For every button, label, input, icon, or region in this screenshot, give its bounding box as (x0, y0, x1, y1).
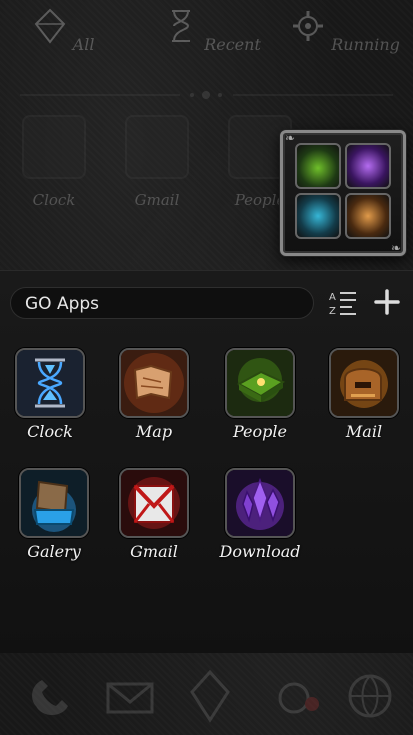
app-label: Gmail (134, 191, 180, 209)
map-icon (295, 143, 341, 189)
diamond-icon (34, 8, 65, 44)
app-map[interactable]: Map (106, 348, 202, 441)
app-label: Clock (32, 191, 76, 209)
crystal-icon (225, 468, 295, 538)
svg-text:A: A (329, 292, 336, 303)
gallery-icon (19, 468, 89, 538)
app-download[interactable]: Download (212, 468, 308, 561)
tab-all[interactable]: All (8, 8, 118, 54)
folder-name-field[interactable]: GO Apps (10, 287, 314, 319)
phone-icon (345, 143, 391, 189)
sort-az-icon[interactable]: A Z (328, 289, 358, 317)
ornament-divider (20, 91, 393, 99)
hourglass-icon (15, 348, 85, 418)
app-gmail[interactable]: Gmail (106, 468, 202, 561)
background-app-clock: Clock (14, 115, 94, 209)
tab-label: All (72, 35, 95, 54)
map-icon (345, 193, 391, 239)
gear-icon (293, 11, 324, 41)
folder-panel (0, 270, 413, 653)
app-galery[interactable]: Galery (6, 468, 102, 561)
diamond-icon[interactable] (180, 666, 240, 726)
tab-label: Running (331, 35, 400, 54)
globe-icon[interactable] (340, 666, 400, 726)
plus-icon[interactable] (373, 288, 401, 316)
drawer-tabs: All Recent Running (0, 0, 413, 90)
app-people[interactable]: People (212, 348, 308, 441)
book-icon (225, 348, 295, 418)
app-label: Galery (27, 542, 81, 561)
app-mail[interactable]: Mail (316, 348, 412, 441)
dock (0, 652, 413, 735)
app-label: Clock (27, 422, 73, 441)
background-app-gmail: Gmail (117, 115, 197, 209)
ornament-corner: ❧ (390, 241, 401, 255)
envelope-icon (119, 468, 189, 538)
scroll-map-icon (119, 348, 189, 418)
folder-preview[interactable]: ❧ ❧ (280, 130, 406, 256)
mailbox-icon (329, 348, 399, 418)
tab-recent[interactable]: Recent (157, 8, 267, 54)
app-label: Gmail (130, 542, 178, 561)
hourglass-icon (22, 115, 86, 179)
app-label: People (234, 191, 286, 209)
envelope-icon (125, 115, 189, 179)
app-label: Map (135, 422, 173, 441)
ornament-corner: ❧ (285, 131, 296, 145)
app-label: Mail (345, 422, 383, 441)
tab-running[interactable]: Running (290, 8, 400, 54)
phone-icon[interactable] (22, 666, 82, 726)
gallery-icon (295, 193, 341, 239)
app-label: Download (219, 542, 301, 561)
app-label: People (233, 422, 287, 441)
svg-text:Z: Z (329, 306, 336, 317)
app-clock[interactable]: Clock (2, 348, 98, 441)
hourglass-icon (172, 10, 191, 42)
tab-label: Recent (204, 35, 261, 54)
envelope-icon[interactable] (100, 666, 160, 726)
camera-icon[interactable] (264, 666, 324, 726)
